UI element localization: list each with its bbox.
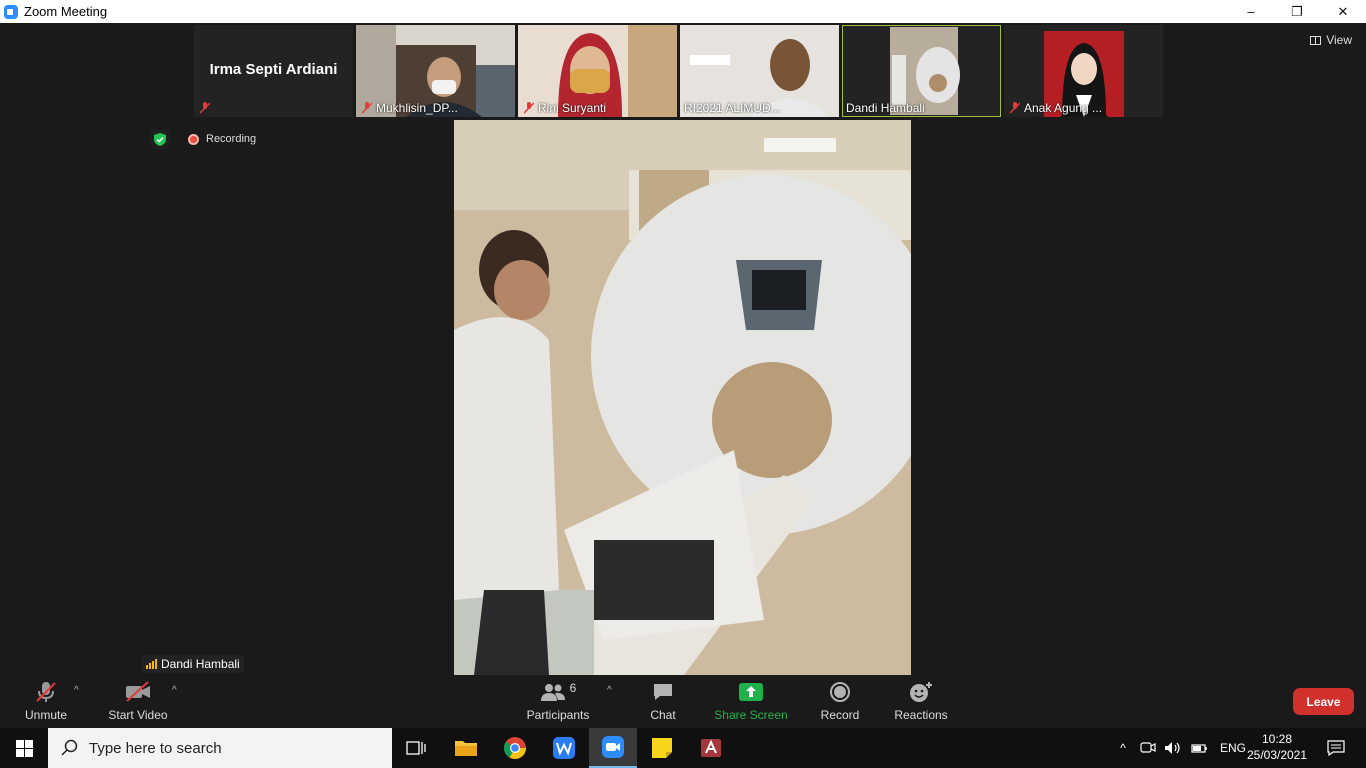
- chat-label: Chat: [650, 708, 676, 722]
- search-placeholder: Type here to search: [89, 739, 222, 757]
- participant-thumbnail-active[interactable]: Dandi Hambali: [842, 25, 1001, 117]
- clock-date: 25/03/2021: [1246, 748, 1308, 762]
- participant-thumbnail-strip: Irma Septi Ardiani Mukhlisin_DP... Rini …: [194, 25, 1163, 117]
- participant-name: Rini Suryanti: [538, 101, 607, 115]
- meeting-toolbar: Unmute ^ Start Video ^ 6 Participants ^ …: [0, 677, 1366, 728]
- zoom-app-icon: [4, 4, 18, 19]
- sticky-notes-taskbar-icon[interactable]: [638, 728, 686, 768]
- view-button[interactable]: View: [1310, 33, 1352, 47]
- windows-logo-icon: [15, 739, 33, 757]
- muted-mic-icon: [1010, 102, 1020, 114]
- participant-thumbnail[interactable]: Irma Septi Ardiani: [194, 25, 353, 117]
- taskbar-search-box[interactable]: Type here to search: [48, 728, 392, 768]
- video-off-icon: [124, 679, 152, 705]
- view-label: View: [1326, 33, 1352, 47]
- reactions-button[interactable]: Reactions: [892, 677, 950, 728]
- windows-taskbar: Type here to search ^ ENG 10:28 25/03/20…: [0, 728, 1366, 768]
- audio-options-caret[interactable]: ^: [74, 685, 79, 696]
- share-screen-button[interactable]: Share Screen: [714, 677, 788, 728]
- record-button[interactable]: Record: [818, 677, 862, 728]
- window-controls: – ❐ ✕: [1228, 0, 1366, 23]
- search-icon: [61, 739, 78, 756]
- close-button[interactable]: ✕: [1320, 0, 1366, 23]
- share-screen-icon: [739, 679, 763, 705]
- unmute-button[interactable]: Unmute: [20, 677, 72, 728]
- zoom-taskbar-icon[interactable]: [589, 728, 637, 768]
- chrome-taskbar-icon[interactable]: [491, 728, 539, 768]
- active-speaker-video: [454, 120, 911, 675]
- chat-icon: [652, 679, 674, 705]
- volume-icon[interactable]: [1164, 741, 1182, 755]
- muted-mic-icon: [524, 102, 534, 114]
- participant-thumbnail[interactable]: Mukhlisin_DP...: [356, 25, 515, 117]
- task-view-icon: [406, 741, 426, 755]
- recording-label: Recording: [206, 133, 257, 145]
- participant-name: Dandi Hambali: [846, 101, 925, 115]
- record-label: Record: [820, 708, 860, 722]
- active-speaker-label: Dandi Hambali: [142, 655, 244, 673]
- minimize-button[interactable]: –: [1228, 0, 1274, 23]
- participants-button[interactable]: 6 Participants: [524, 677, 592, 728]
- participant-name: Mukhlisin_DP...: [376, 101, 458, 115]
- ct-scanner-scene: [454, 120, 911, 675]
- access-taskbar-icon[interactable]: [687, 728, 735, 768]
- start-button[interactable]: [0, 728, 48, 768]
- muted-mic-icon: [34, 679, 58, 705]
- participants-options-caret[interactable]: ^: [607, 685, 612, 696]
- task-view-button[interactable]: [392, 728, 440, 768]
- restore-button[interactable]: ❐: [1274, 0, 1320, 23]
- active-speaker-name: Dandi Hambali: [161, 657, 240, 671]
- taskbar-clock[interactable]: 10:28 25/03/2021: [1240, 731, 1314, 763]
- muted-mic-icon: [200, 102, 210, 114]
- recording-dot-icon: [188, 133, 199, 145]
- meet-now-icon[interactable]: [1140, 741, 1156, 755]
- participant-name: Anak Agung ...: [1024, 101, 1103, 115]
- notifications-button[interactable]: [1312, 728, 1360, 768]
- participants-count: 6: [569, 681, 577, 695]
- window-title: Zoom Meeting: [24, 4, 108, 19]
- file-explorer-taskbar-icon[interactable]: [442, 728, 490, 768]
- signal-strength-icon: [146, 659, 157, 669]
- grid-view-icon: [1310, 35, 1322, 45]
- muted-mic-icon: [362, 102, 372, 114]
- start-video-button[interactable]: Start Video: [106, 677, 170, 728]
- participant-thumbnail[interactable]: Anak Agung ...: [1004, 25, 1163, 117]
- participant-thumbnail[interactable]: RI2021 ALIMUD...: [680, 25, 839, 117]
- video-options-caret[interactable]: ^: [172, 685, 177, 696]
- leave-button[interactable]: Leave: [1293, 688, 1354, 715]
- security-shield-icon[interactable]: [150, 129, 170, 149]
- participants-icon: 6: [540, 679, 577, 705]
- notification-center-icon: [1327, 740, 1345, 756]
- show-hidden-icons-chevron-icon[interactable]: ^: [1114, 741, 1132, 755]
- reactions-label: Reactions: [894, 708, 948, 722]
- participant-name-large: Irma Septi Ardiani: [209, 61, 338, 78]
- wps-writer-taskbar-icon[interactable]: [540, 728, 588, 768]
- clock-time: 10:28: [1261, 732, 1293, 746]
- system-tray: ^ ENG: [1114, 728, 1246, 768]
- participants-label: Participants: [526, 708, 590, 722]
- unmute-label: Unmute: [24, 708, 68, 722]
- meeting-stage: Irma Septi Ardiani Mukhlisin_DP... Rini …: [0, 23, 1366, 677]
- participant-thumbnail[interactable]: Rini Suryanti: [518, 25, 677, 117]
- chat-button[interactable]: Chat: [642, 677, 684, 728]
- network-icon[interactable]: [1190, 741, 1208, 755]
- participant-name: RI2021 ALIMUD...: [684, 101, 781, 115]
- title-bar: Zoom Meeting – ❐ ✕: [0, 0, 1366, 23]
- share-screen-label: Share Screen: [714, 708, 788, 722]
- reactions-icon: [909, 679, 933, 705]
- start-video-label: Start Video: [108, 708, 168, 722]
- status-row: Recording: [150, 129, 256, 149]
- record-icon: [829, 679, 851, 705]
